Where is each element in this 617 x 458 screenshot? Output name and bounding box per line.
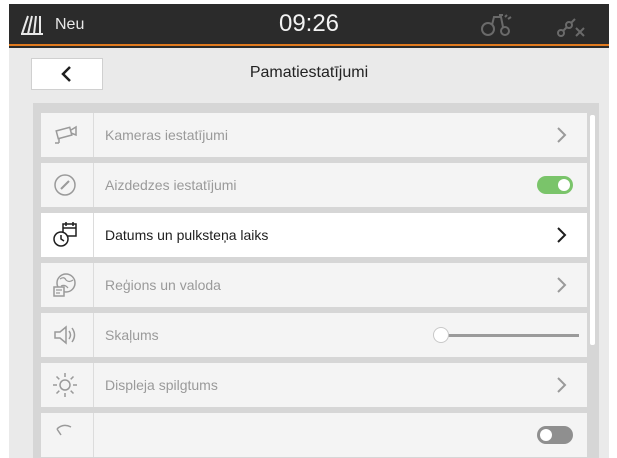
row-divider — [93, 213, 94, 257]
row-divider — [93, 113, 94, 157]
settings-item-label: Reģions un valoda — [105, 277, 221, 293]
settings-panel: Kameras iestatījumi Aizdedzes iestatījum… — [33, 103, 599, 458]
partial-icon — [56, 424, 72, 436]
slider-track — [441, 334, 579, 337]
settings-item-label: Aizdedzes iestatījumi — [105, 177, 237, 193]
device-screen: Neu 09:26 Pamatiestatījumi Kameras iesta… — [9, 4, 609, 458]
settings-item-date-time[interactable]: Datums un pulksteņa laiks — [41, 213, 587, 257]
row-divider — [93, 413, 94, 457]
status-bar: Neu 09:26 — [9, 4, 609, 46]
ignition-toggle[interactable] — [537, 176, 573, 194]
settings-page: Pamatiestatījumi Kameras iestatījumi Aiz… — [9, 48, 609, 458]
page-title: Pamatiestatījumi — [249, 64, 369, 81]
row-divider — [93, 313, 94, 357]
gps-no-signal-icon[interactable] — [555, 13, 587, 39]
volume-slider[interactable] — [433, 327, 579, 343]
scrollbar[interactable] — [590, 115, 595, 345]
region-language-icon — [53, 273, 76, 297]
settings-item-brightness[interactable]: Displeja spilgtums — [41, 363, 587, 407]
chevron-right-icon — [557, 127, 567, 143]
date-clock-icon — [53, 222, 77, 247]
row-divider — [93, 263, 94, 307]
tractor-icon[interactable] — [479, 13, 513, 37]
settings-item-label: Displeja spilgtums — [105, 377, 218, 393]
settings-item-ignition[interactable]: Aizdedzes iestatījumi — [41, 163, 587, 207]
settings-item-label: Skaļums — [105, 327, 159, 343]
row-divider — [93, 163, 94, 207]
settings-item-camera[interactable]: Kameras iestatījumi — [41, 113, 587, 157]
settings-item-region-language[interactable]: Reģions un valoda — [41, 263, 587, 307]
speaker-icon — [54, 325, 76, 345]
title-bar: Pamatiestatījumi — [9, 48, 609, 96]
toggle-knob — [558, 179, 570, 191]
settings-item-volume[interactable]: Skaļums — [41, 313, 587, 357]
settings-list: Kameras iestatījumi Aizdedzes iestatījum… — [41, 113, 587, 458]
ignition-icon — [54, 174, 76, 196]
camera-icon — [55, 125, 77, 144]
brightness-icon — [53, 373, 77, 397]
chevron-right-icon — [557, 227, 567, 243]
settings-item-partial[interactable] — [41, 413, 587, 457]
slider-thumb[interactable] — [433, 327, 449, 343]
partial-toggle[interactable] — [537, 426, 573, 444]
chevron-right-icon — [557, 377, 567, 393]
settings-item-label: Datums un pulksteņa laiks — [105, 227, 269, 243]
chevron-right-icon — [557, 277, 567, 293]
settings-item-label: Kameras iestatījumi — [105, 127, 228, 143]
row-divider — [93, 363, 94, 407]
toggle-knob — [540, 429, 552, 441]
clock-time: 09:26 — [278, 10, 340, 37]
